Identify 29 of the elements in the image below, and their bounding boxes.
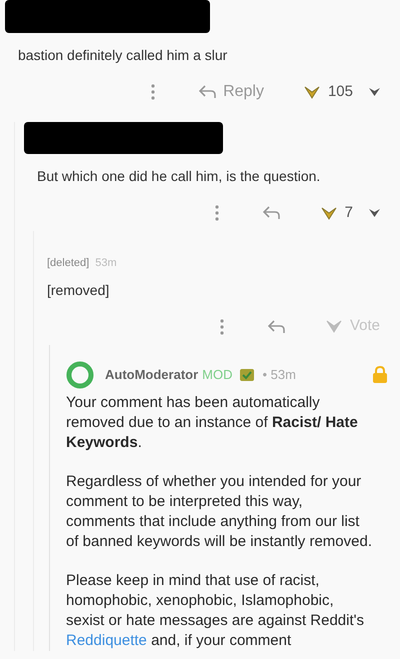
more-options-icon[interactable] (214, 205, 219, 221)
reply-button[interactable] (262, 206, 281, 220)
username[interactable]: AutoModerator (105, 364, 198, 384)
reply-button[interactable]: Reply (199, 80, 264, 104)
upvote-icon[interactable] (326, 320, 342, 333)
comment-text: Please keep in mind that use of racist, homophobic, xenophobic, Islamophobic, sexist or hate messages are against Reddit's Reddiquette and, if your comment (66, 570, 366, 650)
downvote-icon[interactable] (369, 88, 380, 96)
reply-icon (199, 85, 218, 99)
username[interactable]: [deleted] (47, 255, 90, 272)
avatar-icon (66, 360, 94, 388)
comment-text: Regardless of whether you intended for your comment to be interpreted this way, comments that include anything from our list of banned keywords will be instantly removed. (66, 472, 372, 552)
upvote-icon[interactable] (304, 86, 320, 98)
timestamp: 53m (95, 256, 117, 271)
comment-text: But which one did he call him, is the question. (36, 167, 322, 186)
comment-text: Your comment has been automatically removed due to an instance of Racist/ Hate Keywords. (66, 392, 359, 452)
vote-score: 105 (328, 82, 353, 102)
reply-icon (262, 206, 281, 220)
upvote-icon[interactable] (320, 206, 337, 220)
timestamp: • 53m (262, 366, 296, 384)
more-options-icon[interactable] (151, 84, 156, 100)
vote-score: 7 (344, 202, 353, 223)
reddiquette-link[interactable]: Reddiquette (66, 632, 147, 648)
comment-text: [removed] (47, 280, 110, 300)
reply-button[interactable] (268, 320, 286, 334)
reply-icon (268, 320, 286, 334)
downvote-icon[interactable] (369, 209, 380, 217)
mod-flair: MOD (202, 366, 233, 384)
more-options-icon[interactable] (220, 318, 224, 334)
comment-text: bastion definitely called him a slur (17, 46, 228, 65)
